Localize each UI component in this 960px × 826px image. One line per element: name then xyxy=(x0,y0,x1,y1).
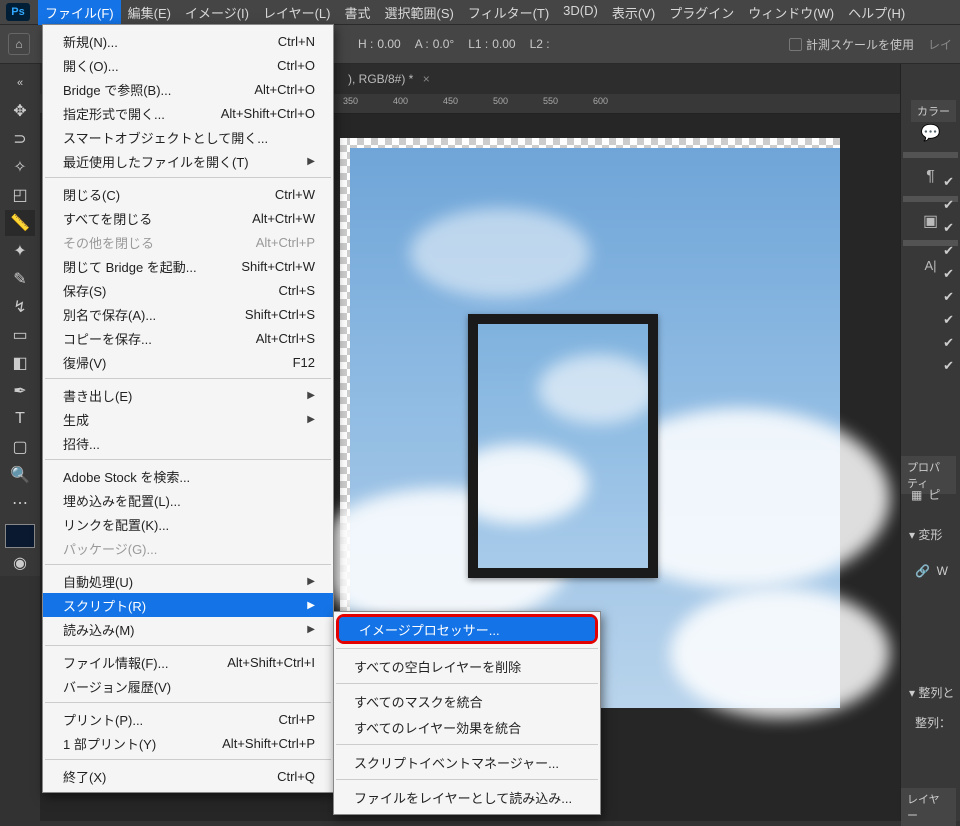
file-menu-item[interactable]: 書き出し(E)▶ xyxy=(43,383,333,407)
color-panel-tab[interactable]: カラー xyxy=(911,100,956,122)
file-menu-dropdown: 新規(N)...Ctrl+N開く(O)...Ctrl+OBridge で参照(B… xyxy=(42,24,334,793)
close-tab-icon[interactable]: × xyxy=(423,72,430,86)
file-menu-item[interactable]: 閉じる(C)Ctrl+W xyxy=(43,182,333,206)
history-brush-tool[interactable]: ↯ xyxy=(5,294,35,320)
image-processor-item[interactable]: イメージプロセッサー... xyxy=(339,617,595,641)
foreground-swatch[interactable] xyxy=(5,524,35,548)
shape-tool[interactable]: ▢ xyxy=(5,434,35,460)
script-submenu-item[interactable]: すべてのマスクを統合 xyxy=(334,688,600,714)
comment-icon[interactable]: 💬 xyxy=(911,118,951,148)
file-menu-item: その他を閉じるAlt+Ctrl+P xyxy=(43,230,333,254)
file-menu-item[interactable]: 最近使用したファイルを開く(T)▶ xyxy=(43,149,333,173)
file-menu-item[interactable]: 指定形式で開く...Alt+Shift+Ctrl+O xyxy=(43,101,333,125)
file-menu-item[interactable]: コピーを保存...Alt+Ctrl+S xyxy=(43,326,333,350)
file-menu-item[interactable]: ファイル情報(F)...Alt+Shift+Ctrl+I xyxy=(43,650,333,674)
menu-3[interactable]: レイヤー(L) xyxy=(256,0,338,25)
type-tool[interactable]: T xyxy=(5,406,35,432)
file-menu-item[interactable]: 新規(N)...Ctrl+N xyxy=(43,29,333,53)
brush-tool[interactable]: ✎ xyxy=(5,266,35,292)
measure-scale-label: 計測スケールを使用 xyxy=(806,36,914,53)
align-label: 整列： xyxy=(915,714,951,731)
menu-7[interactable]: 3D(D) xyxy=(556,0,605,25)
file-menu-item[interactable]: 開く(O)...Ctrl+O xyxy=(43,53,333,77)
file-menu-item[interactable]: 閉じて Bridge を起動...Shift+Ctrl+W xyxy=(43,254,333,278)
main-menu-bar: Ps ファイル(F)編集(E)イメージ(I)レイヤー(L)書式選択範囲(S)フィ… xyxy=(0,0,960,24)
pixel-label: ピ xyxy=(928,486,940,503)
menu-2[interactable]: イメージ(I) xyxy=(178,0,256,25)
l2-label: L2 : xyxy=(530,37,550,51)
file-menu-item[interactable]: スクリプト(R)▶ xyxy=(43,593,333,617)
menu-8[interactable]: 表示(V) xyxy=(605,0,662,25)
file-menu-item[interactable]: 生成▶ xyxy=(43,407,333,431)
frame-object[interactable] xyxy=(468,314,658,578)
menu-6[interactable]: フィルター(T) xyxy=(461,0,556,25)
file-menu-item[interactable]: バージョン履歴(V) xyxy=(43,674,333,698)
file-menu-item[interactable]: 招待... xyxy=(43,431,333,455)
script-submenu-item[interactable]: すべてのレイヤー効果を統合 xyxy=(334,714,600,740)
file-menu-item[interactable]: 1 部プリント(Y)Alt+Shift+Ctrl+P xyxy=(43,731,333,755)
script-submenu: イメージプロセッサー... すべての空白レイヤーを削除すべてのマスクを統合すべての… xyxy=(333,611,601,815)
home-icon[interactable]: ⌂ xyxy=(8,33,30,55)
a-label: A : xyxy=(415,37,429,51)
transform-section-label[interactable]: ▾ 変形 xyxy=(909,526,942,543)
file-menu-item[interactable]: 別名で保存(A)...Shift+Ctrl+S xyxy=(43,302,333,326)
visibility-checks: ✔✔✔✔✔✔✔✔✔ xyxy=(943,174,954,374)
pixel-icon: ▦ xyxy=(911,488,922,502)
crop-tool[interactable]: ◰ xyxy=(5,182,35,208)
file-menu-item[interactable]: Adobe Stock を検索... xyxy=(43,464,333,488)
l1-value: 0.00 xyxy=(492,37,515,51)
file-menu-item[interactable]: 自動処理(U)▶ xyxy=(43,569,333,593)
script-submenu-item[interactable]: ファイルをレイヤーとして読み込み... xyxy=(334,784,600,810)
link-icon[interactable]: 🔗 xyxy=(915,564,930,578)
a-value: 0.0° xyxy=(433,37,454,51)
pen-tool[interactable]: ✒ xyxy=(5,378,35,404)
h-value: 0.00 xyxy=(377,37,400,51)
l1-label: L1 : xyxy=(468,37,488,51)
measure-scale-checkbox[interactable] xyxy=(789,38,802,51)
file-menu-item[interactable]: スマートオブジェクトとして開く... xyxy=(43,125,333,149)
collapse-icon[interactable]: « xyxy=(5,70,35,96)
file-menu-item[interactable]: プリント(P)...Ctrl+P xyxy=(43,707,333,731)
file-menu-item[interactable]: 終了(X)Ctrl+Q xyxy=(43,764,333,788)
menu-11[interactable]: ヘルプ(H) xyxy=(841,0,912,25)
file-menu-item[interactable]: 保存(S)Ctrl+S xyxy=(43,278,333,302)
file-menu-item[interactable]: すべてを閉じるAlt+Ctrl+W xyxy=(43,206,333,230)
menu-9[interactable]: プラグイン xyxy=(662,0,741,25)
more-tools-icon[interactable]: ⋯ xyxy=(5,490,35,516)
file-menu-item[interactable]: リンクを配置(K)... xyxy=(43,512,333,536)
menu-5[interactable]: 選択範囲(S) xyxy=(377,0,460,25)
gradient-tool[interactable]: ◧ xyxy=(5,350,35,376)
tools-panel: « ✥ ⊃ ✧ ◰ 📏 ✦ ✎ ↯ ▭ ◧ ✒ T ▢ 🔍 ⋯ ◉ xyxy=(0,64,40,576)
spot-tool[interactable]: ✦ xyxy=(5,238,35,264)
file-menu-item[interactable]: 読み込み(M)▶ xyxy=(43,617,333,641)
move-tool[interactable]: ✥ xyxy=(5,98,35,124)
file-menu-item[interactable]: 復帰(V)F12 xyxy=(43,350,333,374)
app-logo: Ps xyxy=(6,3,30,21)
quickmask-tool[interactable]: ◉ xyxy=(5,550,35,576)
document-tab[interactable]: ), RGB/8#) * × xyxy=(340,68,438,90)
align-section-label[interactable]: ▾ 整列と xyxy=(909,684,954,701)
menu-10[interactable]: ウィンドウ(W) xyxy=(741,0,841,25)
file-menu-item: パッケージ(G)... xyxy=(43,536,333,560)
file-menu-item[interactable]: Bridge で参照(B)...Alt+Ctrl+O xyxy=(43,77,333,101)
zoom-tool[interactable]: 🔍 xyxy=(5,462,35,488)
right-panel-strip: カラー 💬 ¶ ▣ A| ✔✔✔✔✔✔✔✔✔ プロパティ ▦ピ ▾ 変形 🔗 W… xyxy=(900,64,960,821)
menu-4[interactable]: 書式 xyxy=(337,0,377,25)
rectangle-tool[interactable]: ▭ xyxy=(5,322,35,348)
w-label: W xyxy=(937,564,948,578)
layer-panel-tab[interactable]: レイヤー xyxy=(901,788,956,826)
wand-tool[interactable]: ✧ xyxy=(5,154,35,180)
check-icon[interactable]: ✔ xyxy=(943,174,954,190)
script-submenu-item[interactable]: スクリプトイベントマネージャー... xyxy=(334,749,600,775)
menu-0[interactable]: ファイル(F) xyxy=(38,0,121,25)
options-right-hint: レイ xyxy=(928,36,952,53)
menu-1[interactable]: 編集(E) xyxy=(121,0,178,25)
script-submenu-item[interactable]: すべての空白レイヤーを削除 xyxy=(334,653,600,679)
h-label: H : xyxy=(358,37,373,51)
file-menu-item[interactable]: 埋め込みを配置(L)... xyxy=(43,488,333,512)
lasso-tool[interactable]: ⊃ xyxy=(5,126,35,152)
ruler-tool[interactable]: 📏 xyxy=(5,210,35,236)
